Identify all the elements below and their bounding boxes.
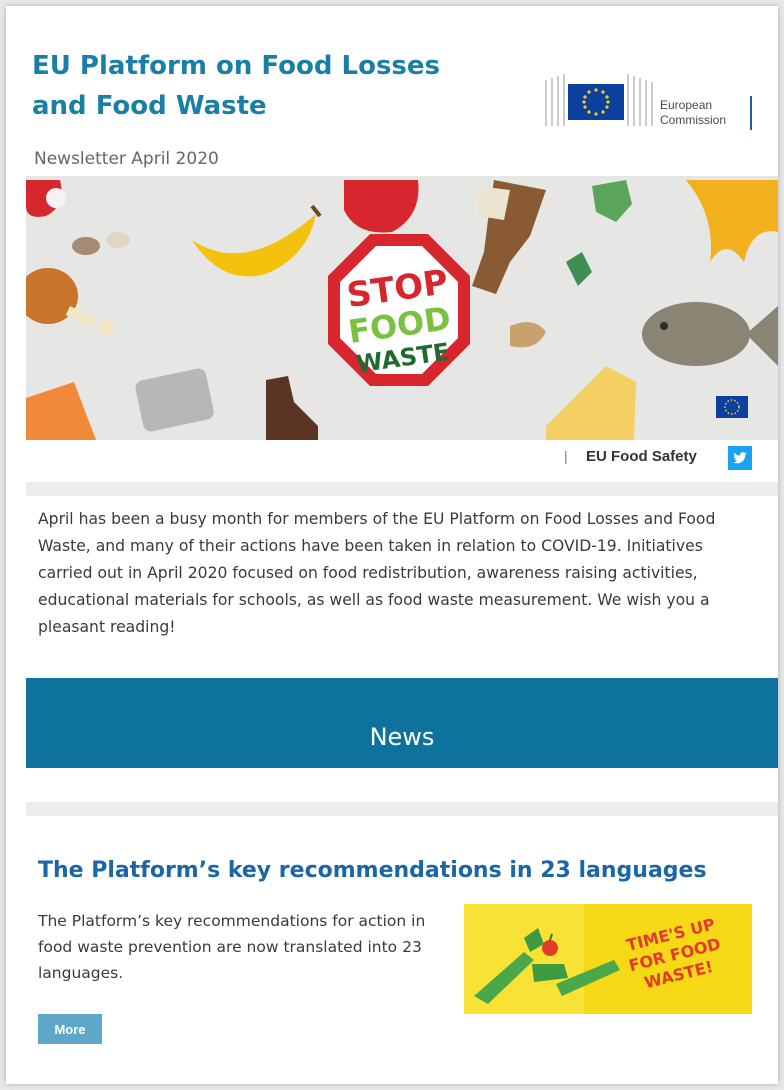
social-label[interactable]: EU Food Safety <box>586 448 697 465</box>
ec-building-icon <box>545 74 653 126</box>
ec-logo-line2: Commission <box>660 113 727 127</box>
article-body: The Platform’s key recommendations for a… <box>38 912 426 982</box>
stop-sign-icon: STOP FOOD WASTE <box>328 234 470 386</box>
section-divider <box>26 802 778 816</box>
social-bar: | EU Food Safety <box>546 444 758 474</box>
twitter-icon[interactable] <box>728 446 752 470</box>
news-section-banner: News <box>26 678 778 768</box>
newsletter-title: EU Platform on Food Losses and Food Wast… <box>32 51 441 121</box>
european-commission-logo[interactable]: European Commission <box>542 70 762 130</box>
ec-logo-line1: European <box>660 98 713 112</box>
more-button[interactable]: More <box>38 1014 102 1044</box>
eu-mini-flag-icon <box>716 396 748 418</box>
newsletter-header: EU Platform on Food Losses and Food Wast… <box>6 6 778 182</box>
newsletter-subtitle: Newsletter April 2020 <box>34 149 219 169</box>
ec-logo-text: European Commission <box>660 98 726 128</box>
ec-logo-bar <box>750 96 752 130</box>
news-heading: News <box>369 723 435 751</box>
stop-food-waste-banner: STOP FOOD WASTE <box>26 176 778 440</box>
article-title[interactable]: The Platform’s key recommendations in 23… <box>38 858 758 883</box>
intro-paragraph: April has been a busy month for members … <box>38 510 716 636</box>
section-divider <box>26 482 778 496</box>
times-up-image[interactable]: TIME'S UP FOR FOOD WASTE! <box>464 904 752 1014</box>
newsletter-page: EU Platform on Food Losses and Food Wast… <box>6 6 778 1084</box>
social-separator: | <box>564 448 568 464</box>
